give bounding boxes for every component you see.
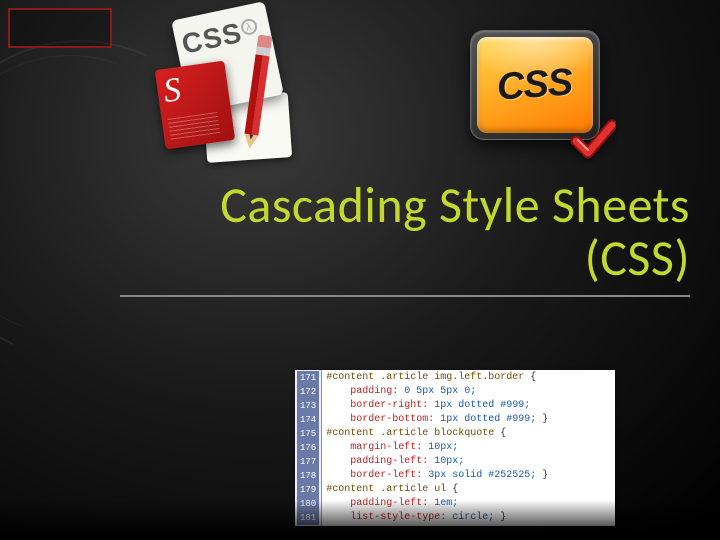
line-number: 174 — [297, 413, 319, 427]
line-number: 175 — [297, 427, 319, 441]
title-line-2: (CSS) — [585, 228, 690, 289]
book-letter: S — [161, 71, 183, 110]
code-line: border-bottom: 1px dotted #999; } — [326, 413, 611, 427]
code-line: padding: 0 5px 5px 0; — [326, 385, 611, 399]
line-number: 176 — [297, 441, 319, 455]
title-underline — [120, 295, 690, 297]
checkmark-icon — [570, 117, 616, 163]
code-line: border-right: 1px dotted #999; — [326, 399, 611, 413]
css-glossy-badge: CSS — [470, 30, 610, 155]
line-number: 178 — [297, 469, 319, 483]
header-icon-group: CSSλ S CSS — [130, 10, 610, 170]
badge-text: CSS — [496, 61, 574, 109]
footer-gradient — [0, 500, 720, 540]
css-editor-icon: CSSλ S — [150, 10, 320, 160]
code-line: border-left: 3px solid #252525; } — [326, 469, 611, 483]
code-line: #content .article ul { — [326, 483, 611, 497]
code-line: margin-left: 10px; — [326, 441, 611, 455]
line-number: 173 — [297, 399, 319, 413]
line-number: 171 — [297, 371, 319, 385]
red-stylebook-icon: S — [155, 61, 235, 150]
slide-title-block: Cascading Style Sheets (CSS) — [120, 180, 690, 297]
corner-placeholder-box — [8, 8, 112, 48]
line-number: 177 — [297, 455, 319, 469]
slide-title: Cascading Style Sheets (CSS) — [120, 180, 690, 285]
line-number: 179 — [297, 483, 319, 497]
css-sheet-label: CSS — [179, 17, 245, 60]
line-number: 172 — [297, 385, 319, 399]
code-line: #content .article img.left.border { — [326, 371, 611, 385]
code-line: #content .article blockquote { — [326, 427, 611, 441]
code-line: padding-left: 10px; — [326, 455, 611, 469]
